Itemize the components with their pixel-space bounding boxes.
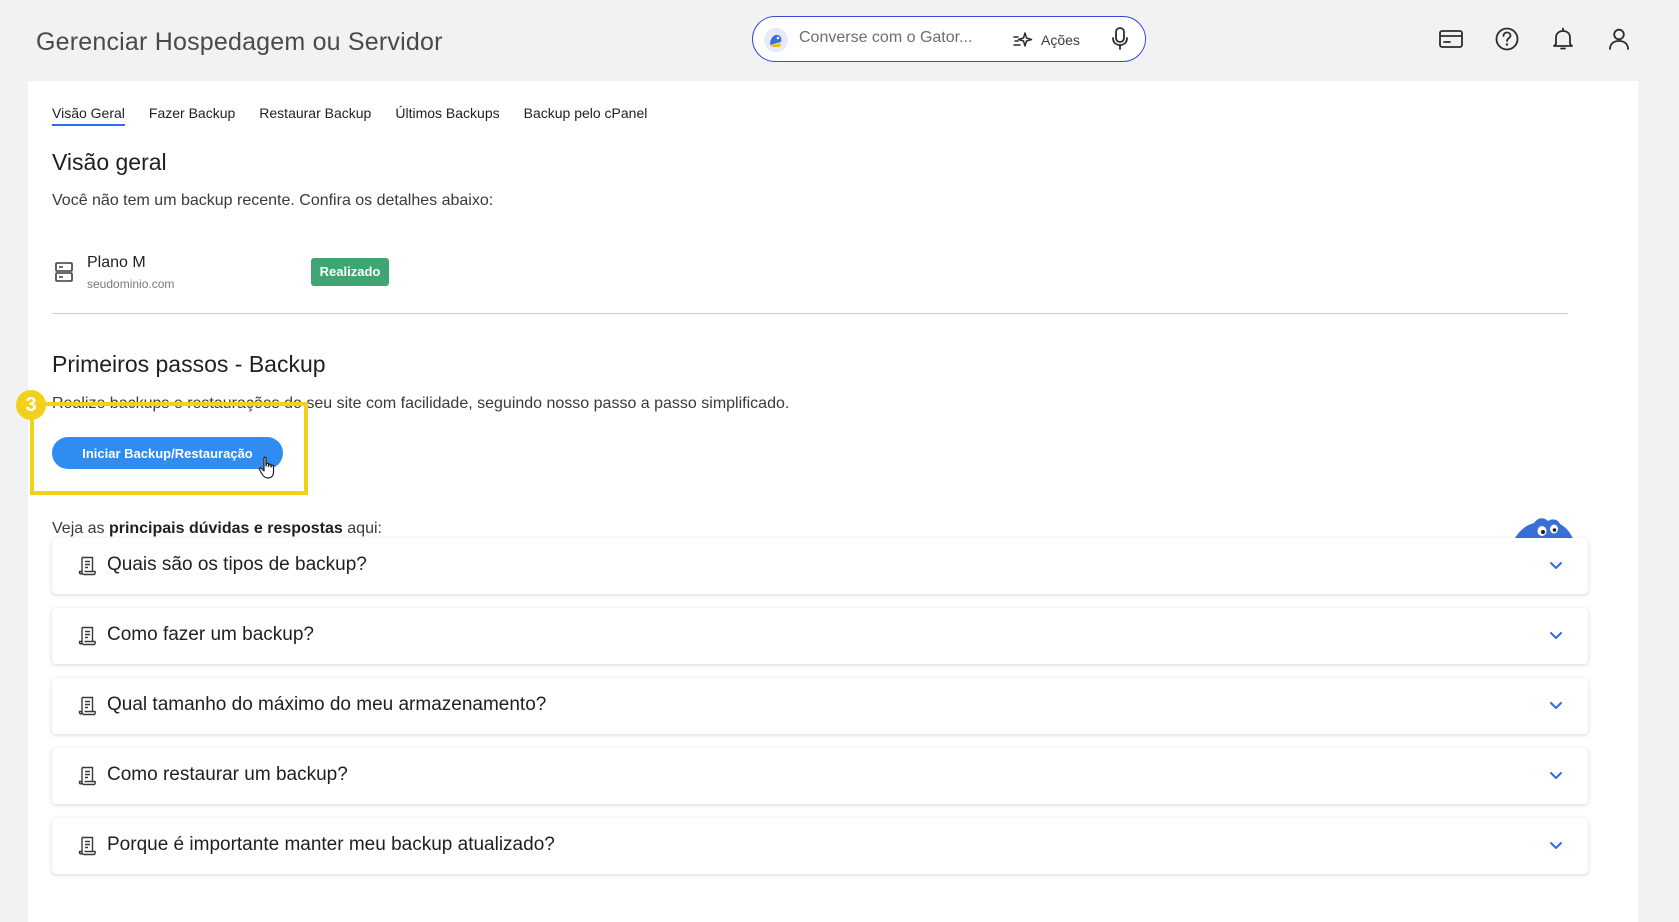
- faq-question: Como fazer um backup?: [107, 624, 314, 645]
- faq-item-restaurar[interactable]: Como restaurar um backup?: [52, 748, 1588, 804]
- chevron-down-icon[interactable]: [1549, 769, 1563, 781]
- tab-backup-cpanel[interactable]: Backup pelo cPanel: [524, 105, 648, 126]
- plan-row: Plano M seudominio.com Realizado: [52, 249, 1568, 314]
- gator-chat-box[interactable]: Ações: [752, 16, 1146, 62]
- top-bar: Gerenciar Hospedagem ou Servidor Ações: [0, 0, 1679, 80]
- chevron-down-icon[interactable]: [1549, 699, 1563, 711]
- gator-avatar-icon: [764, 28, 788, 52]
- faq-intro-prefix: Veja as: [52, 520, 105, 537]
- faq-item-importancia[interactable]: Porque é importante manter meu backup at…: [52, 818, 1588, 874]
- faq-question: Porque é importante manter meu backup at…: [107, 834, 555, 855]
- page-title: Gerenciar Hospedagem ou Servidor: [36, 28, 443, 56]
- overview-title: Visão geral: [52, 149, 167, 175]
- hand-cursor-icon: [258, 456, 275, 479]
- start-backup-restore-button[interactable]: Iniciar Backup/Restauração: [52, 437, 283, 469]
- tab-fazer-backup[interactable]: Fazer Backup: [149, 105, 235, 126]
- chevron-down-icon[interactable]: [1549, 839, 1563, 851]
- plan-name: Plano M: [87, 254, 146, 271]
- faq-item-como-fazer[interactable]: Como fazer um backup?: [52, 608, 1588, 664]
- faq-intro: Veja as principais dúvidas e respostas a…: [52, 520, 382, 538]
- plan-domain: seudominio.com: [87, 277, 175, 291]
- document-icon: [78, 766, 96, 786]
- tab-bar: Visão Geral Fazer Backup Restaurar Backu…: [52, 105, 647, 126]
- chevron-down-icon[interactable]: [1549, 559, 1563, 571]
- document-icon: [78, 836, 96, 856]
- faq-question: Quais são os tipos de backup?: [107, 554, 367, 575]
- faq-item-armazenamento[interactable]: Qual tamanho do máximo do meu armazename…: [52, 678, 1588, 734]
- tab-restaurar-backup[interactable]: Restaurar Backup: [259, 105, 371, 126]
- tab-ultimos-backups[interactable]: Últimos Backups: [395, 105, 499, 126]
- overview-subtitle: Você não tem um backup recente. Confira …: [52, 192, 494, 209]
- help-icon[interactable]: [1494, 26, 1520, 52]
- main-card: Visão Geral Fazer Backup Restaurar Backu…: [28, 81, 1638, 922]
- first-steps-title: Primeiros passos - Backup: [52, 351, 326, 377]
- status-badge: Realizado: [311, 258, 389, 286]
- user-icon[interactable]: [1606, 26, 1632, 52]
- microphone-icon[interactable]: [1109, 26, 1131, 52]
- step-number-badge: 3: [16, 390, 46, 420]
- tab-visao-geral[interactable]: Visão Geral: [52, 105, 125, 126]
- document-icon: [78, 626, 96, 646]
- faq-intro-bold: principais dúvidas e respostas: [108, 520, 343, 537]
- faq-question: Qual tamanho do máximo do meu armazename…: [107, 694, 547, 715]
- gator-chat-input[interactable]: [799, 29, 999, 47]
- card-icon[interactable]: [1438, 26, 1464, 52]
- document-icon: [78, 696, 96, 716]
- bell-icon[interactable]: [1550, 26, 1576, 52]
- faq-question: Como restaurar um backup?: [107, 764, 348, 785]
- faq-item-tipos-backup[interactable]: Quais são os tipos de backup?: [52, 538, 1588, 594]
- chevron-down-icon[interactable]: [1549, 629, 1563, 641]
- faq-intro-suffix: aqui:: [347, 520, 382, 537]
- server-icon: [55, 262, 73, 282]
- document-icon: [78, 556, 96, 576]
- actions-button[interactable]: Ações: [1013, 27, 1080, 53]
- actions-label: Ações: [1041, 32, 1080, 48]
- sparkle-icon: [1013, 32, 1033, 47]
